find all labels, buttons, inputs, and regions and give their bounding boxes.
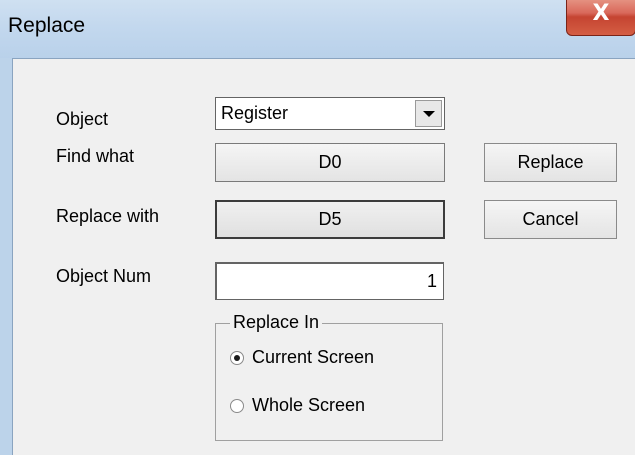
cancel-button[interactable]: Cancel <box>484 200 617 239</box>
replace-button[interactable]: Replace <box>484 143 617 182</box>
title-bar[interactable]: Replace X <box>0 0 635 58</box>
window-title: Replace <box>8 14 86 37</box>
replace-dialog: Replace X Object Register Find what D0 R… <box>0 0 635 455</box>
object-select-value: Register <box>221 103 289 123</box>
radio-selected-icon[interactable] <box>230 351 244 365</box>
radio-current-screen-label: Current Screen <box>252 347 375 367</box>
radio-unselected-icon[interactable] <box>230 399 244 413</box>
replace-in-title: Replace In <box>230 312 323 333</box>
object-select[interactable]: Register <box>215 97 445 130</box>
find-what-label: Find what <box>56 146 135 166</box>
close-button[interactable]: X <box>566 0 635 36</box>
replace-with-label: Replace with <box>56 206 160 226</box>
object-num-label: Object Num <box>56 266 152 286</box>
replace-in-group: Replace In Current Screen Whole Screen <box>215 312 443 441</box>
close-icon: X <box>592 1 610 26</box>
replace-with-field[interactable]: D5 <box>215 200 445 239</box>
radio-whole-screen-label: Whole Screen <box>252 395 366 415</box>
chevron-down-icon[interactable] <box>415 100 442 127</box>
object-label: Object <box>56 109 109 129</box>
find-what-field[interactable]: D0 <box>215 143 445 182</box>
object-num-input[interactable]: 1 <box>215 262 444 300</box>
dialog-body: Object Register Find what D0 Replace Rep… <box>12 58 635 455</box>
